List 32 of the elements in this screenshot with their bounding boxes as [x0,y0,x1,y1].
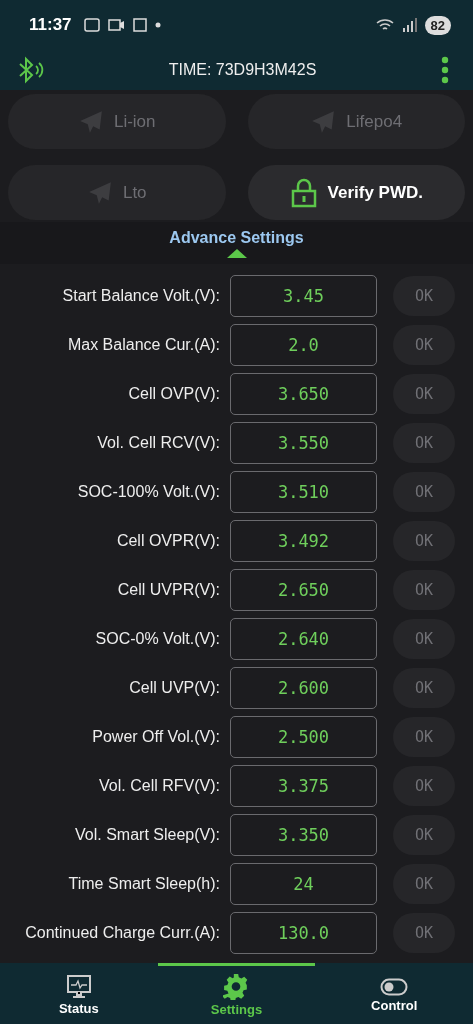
nav-tab[interactable]: Status [0,963,158,1024]
battery-type-button[interactable]: Verify PWD. [247,165,465,220]
lock-icon [289,177,318,208]
more-menu-icon[interactable] [441,56,449,84]
header-title: TIME: 73D9H3M42S [168,61,317,79]
expand-caret-icon[interactable] [226,248,247,258]
gear-icon [223,973,250,1000]
setting-label: Continued Charge Curr.(A): [24,923,221,942]
setting-label: SOC-100% Volt.(V): [76,482,221,501]
signal-icon [374,17,417,33]
setting-label: Start Balance Volt.(V): [61,286,221,305]
setting-label: Cell UVP(V): [128,678,221,697]
setting-label: Time Smart Sleep(h): [67,874,221,893]
nav-tab[interactable]: Settings [157,963,316,1024]
setting-label: Power Off Vol.(V): [91,727,221,746]
setting-label: Max Balance Cur.(A): [66,335,221,354]
battery-level: 82 [424,15,451,35]
paper-plane-icon [310,108,337,135]
status-time: 11:37 [29,15,72,35]
setting-label: Vol. Smart Sleep(V): [74,825,221,844]
setting-label: SOC-0% Volt.(V): [94,629,221,648]
toggle-icon [380,977,409,996]
setting-label: Cell UVPR(V): [116,580,221,599]
monitor-icon [65,974,92,999]
setting-label: Cell OVPR(V): [115,531,221,550]
setting-label: Vol. Cell RFV(V): [98,776,221,795]
setting-label: Vol. Cell RCV(V): [96,433,221,452]
setting-label: Cell OVP(V): [127,384,221,403]
nav-tab[interactable]: Control [315,963,473,1024]
section-title[interactable]: Advance Settings [169,228,304,247]
video-camera-icon [107,19,125,31]
dot-icon [154,22,161,28]
